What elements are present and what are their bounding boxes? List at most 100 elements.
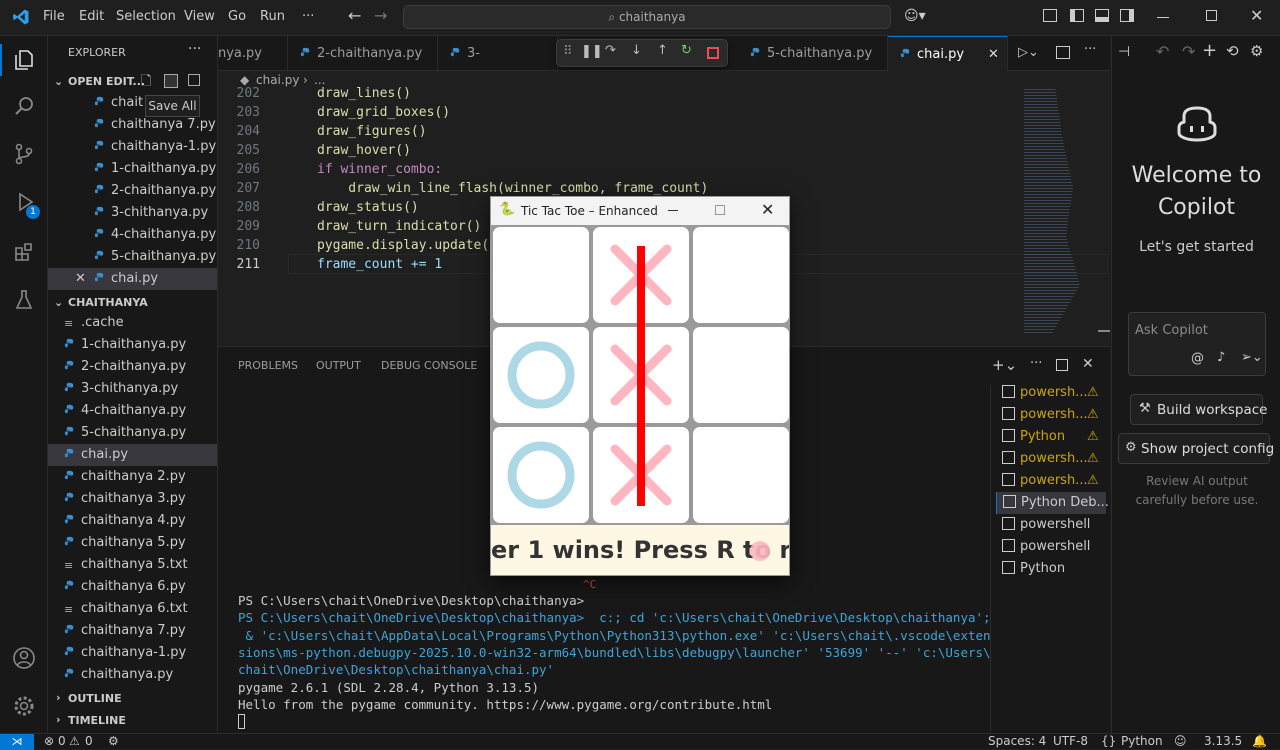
pause-icon[interactable]: ❚❚ (581, 44, 603, 59)
encoding-indicator[interactable]: UTF-8 (1053, 734, 1088, 748)
mention-icon[interactable]: @ (1191, 351, 1204, 366)
code-line[interactable]: if winner_combo: (317, 162, 442, 177)
open-editor-item[interactable]: 5-chaithanya.py (48, 246, 217, 268)
toggle-panel-icon[interactable] (1095, 9, 1109, 22)
build-workspace-button[interactable]: ⚒ Build workspace (1130, 394, 1267, 425)
copilot-status-icon[interactable]: ☺ (1174, 734, 1187, 748)
tab-output[interactable]: OUTPUT (316, 359, 361, 372)
command-center[interactable]: ⌕ chaithanya (403, 5, 891, 29)
file-item[interactable]: chaithanya 2.py (48, 466, 217, 488)
copilot-settings-icon[interactable]: ⚙ (1250, 42, 1263, 60)
file-item[interactable]: 5-chaithanya.py (48, 422, 217, 444)
run-file-icon[interactable]: ▷⌄ (1018, 45, 1039, 60)
board-cell[interactable] (693, 327, 789, 423)
new-terminal-icon[interactable]: +⌄ (992, 356, 1017, 374)
restart-icon[interactable]: ↻ (681, 43, 692, 58)
stop-icon[interactable] (707, 47, 719, 59)
close-tab-icon[interactable]: ✕ (988, 37, 999, 72)
breadcrumb-more[interactable]: ... (314, 73, 325, 87)
testing-flask-icon[interactable] (12, 288, 36, 312)
file-item[interactable]: ≡ chaithanya 6.txt (48, 598, 217, 620)
menu-go[interactable]: Go (228, 9, 246, 24)
code-line[interactable]: draw_status() (317, 200, 419, 215)
tab-debug-console[interactable]: DEBUG CONSOLE (381, 359, 477, 372)
code-line[interactable]: draw_lines() (317, 86, 411, 101)
pygame-close-icon[interactable]: ✕ (761, 200, 774, 219)
terminal-tab[interactable]: Python Deb... (996, 492, 1109, 514)
tab-2-chaithanya[interactable]: 2-chaithanya.py (288, 36, 438, 71)
back-arrow-icon[interactable]: ← (348, 6, 361, 25)
menu-view[interactable]: View (184, 9, 215, 24)
board-cell[interactable] (693, 227, 789, 323)
menu-file[interactable]: File (43, 9, 65, 24)
timeline-section[interactable]: TIMELINE (68, 714, 126, 727)
redo-icon[interactable]: ↷ (1182, 42, 1195, 61)
file-item[interactable]: 3-chithanya.py (48, 378, 217, 400)
file-item[interactable]: chai.py (48, 444, 217, 466)
file-item[interactable]: 4-chaithanya.py (48, 400, 217, 422)
copilot-menu-icon[interactable]: ☺▾ (904, 8, 926, 24)
layout-icon[interactable] (1043, 9, 1057, 22)
close-window-icon[interactable]: ✕ (1250, 6, 1263, 25)
file-item[interactable]: 2-chaithanya.py (48, 356, 217, 378)
settings-gear-icon[interactable] (12, 694, 36, 718)
file-item[interactable]: 1-chaithanya.py (48, 334, 217, 356)
notifications-bell-icon[interactable]: 🔔 (1252, 734, 1267, 748)
extensions-icon[interactable] (12, 240, 36, 264)
error-count[interactable]: 0 (58, 734, 66, 748)
terminal-tab[interactable]: Python ⚠ (996, 426, 1106, 448)
file-item[interactable]: ≡ .cache (48, 312, 217, 334)
source-control-icon[interactable] (12, 142, 36, 166)
panel-more-icon[interactable]: ··· (1030, 356, 1042, 371)
tab-3-chithanya[interactable]: 3-chithanya.py (438, 36, 558, 96)
terminal-tab[interactable]: powersh... ⚠ (996, 470, 1106, 492)
copilot-sidebar-toggle-icon[interactable]: ⊣ (1118, 44, 1130, 60)
open-editor-item[interactable]: chaithanya-1.py (48, 136, 217, 158)
spaces-indicator[interactable]: Spaces: 4 (988, 734, 1046, 748)
pygame-minimize-icon[interactable] (668, 210, 678, 211)
search-icon[interactable] (12, 94, 36, 118)
outline-chevron-icon[interactable]: › (56, 691, 61, 704)
menu-run[interactable]: Run (260, 9, 285, 24)
file-item[interactable]: chaithanya.py (48, 664, 217, 686)
open-editors-chevron-icon[interactable]: ⌄ (54, 75, 63, 88)
step-into-icon[interactable]: ↓ (631, 43, 642, 58)
errors-icon[interactable]: ⊗ (44, 734, 54, 748)
code-line[interactable]: draw_figures() (317, 124, 427, 139)
close-all-icon[interactable] (188, 74, 200, 86)
toggle-secondary-sidebar-icon[interactable] (1120, 9, 1134, 22)
new-chat-icon[interactable]: + (1202, 40, 1217, 61)
explorer-icon[interactable] (12, 48, 36, 72)
step-out-icon[interactable]: ↑ (657, 43, 668, 58)
game-board[interactable] (491, 225, 789, 525)
ask-copilot-input[interactable]: Ask Copilot @ ♪ ➢⌄ (1128, 312, 1266, 376)
pygame-title-bar[interactable]: 🐍 Tic Tac Toe – Enhanced ✕ (491, 197, 789, 225)
microphone-icon[interactable]: ♪ (1217, 350, 1225, 365)
editor-more-icon[interactable]: ··· (1084, 42, 1096, 57)
tab-5-chaithanya[interactable]: 5-chaithanya.py (738, 36, 888, 71)
account-icon[interactable] (12, 646, 36, 670)
minimize-icon[interactable] (1157, 17, 1169, 18)
open-editors-title[interactable]: OPEN EDIT... (68, 75, 145, 88)
tab-problems[interactable]: PROBLEMS (238, 359, 298, 372)
file-item[interactable]: chaithanya 6.py (48, 576, 217, 598)
close-panel-icon[interactable]: ✕ (1082, 356, 1094, 372)
open-editor-item[interactable]: ✕ chai.py (48, 268, 217, 290)
open-editor-item[interactable]: 3-chithanya.py (48, 202, 217, 224)
file-item[interactable]: chaithanya 5.py (48, 532, 217, 554)
language-indicator[interactable]: Python (1121, 734, 1163, 748)
code-line[interactable]: draw_win_line_flash(winner_combo, frame_… (317, 181, 708, 196)
folder-title[interactable]: CHAITHANYA (68, 296, 148, 309)
scrollbar-indicator[interactable] (1098, 330, 1110, 332)
file-item[interactable]: ≡ chaithanya 5.txt (48, 554, 217, 576)
pygame-maximize-icon[interactable] (715, 205, 725, 215)
file-item[interactable]: chaithanya 3.py (48, 488, 217, 510)
terminal-tab[interactable]: Python (996, 558, 1106, 580)
terminal-tab[interactable]: powershell (996, 514, 1106, 536)
new-untitled-file-icon[interactable]: 🗋 (141, 72, 151, 94)
open-editor-item[interactable]: 2-chaithanya.py (48, 180, 217, 202)
terminal-tab[interactable]: powersh... ⚠ (996, 382, 1106, 404)
toggle-sidebar-icon[interactable] (1070, 9, 1084, 22)
send-icon[interactable]: ➢⌄ (1241, 350, 1263, 365)
file-item[interactable]: chaithanya-1.py (48, 642, 217, 664)
